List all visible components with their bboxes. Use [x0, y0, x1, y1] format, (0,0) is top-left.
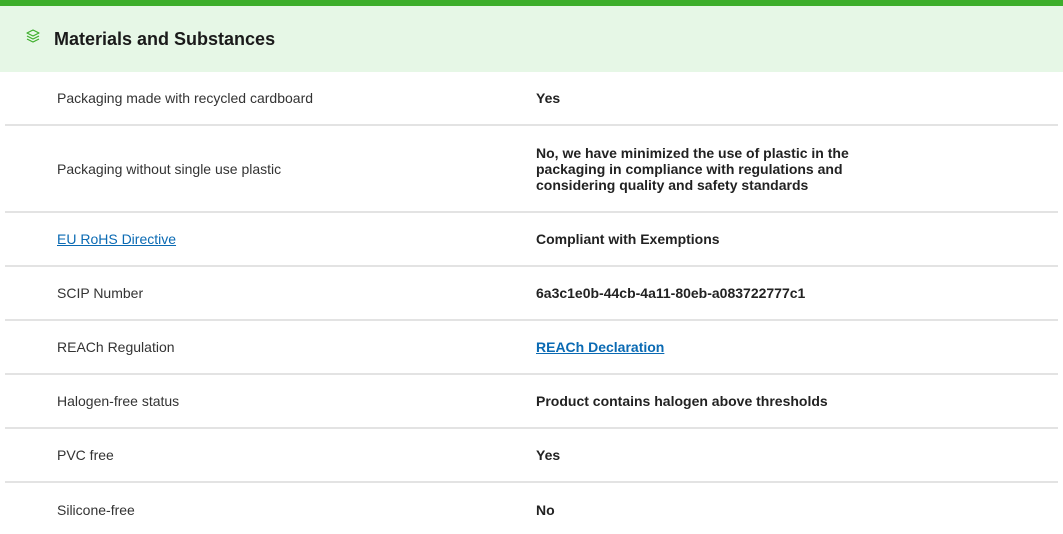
row-value: Yes: [536, 447, 561, 463]
row-value: 6a3c1e0b-44cb-4a11-80eb-a083722777c1: [536, 285, 806, 301]
table-row: Halogen-free status Product contains hal…: [5, 375, 1058, 429]
row-label: Packaging without single use plastic: [57, 160, 282, 177]
section-title: Materials and Substances: [54, 28, 276, 49]
row-label: Packaging made with recycled cardboard: [57, 90, 314, 106]
row-value: No, we have minimized the use of plastic…: [536, 144, 849, 193]
table-row: Silicone-free No: [5, 483, 1058, 534]
layers-icon: [24, 27, 42, 45]
table-row: PVC free Yes: [5, 429, 1058, 483]
spec-table: Packaging made with recycled cardboard Y…: [5, 72, 1058, 534]
row-label: Silicone-free: [57, 502, 135, 518]
table-row: Packaging made with recycled cardboard Y…: [5, 72, 1058, 126]
table-row: EU RoHS Directive Compliant with Exempti…: [5, 213, 1058, 267]
row-label: PVC free: [57, 447, 114, 463]
table-row: Packaging without single use plastic No,…: [5, 126, 1058, 213]
reach-declaration-link[interactable]: REACh Declaration: [536, 339, 664, 355]
table-row: REACh Regulation REACh Declaration: [5, 321, 1058, 375]
row-value: Compliant with Exemptions: [536, 231, 720, 247]
table-row: SCIP Number 6a3c1e0b-44cb-4a11-80eb-a083…: [5, 267, 1058, 321]
materials-panel: Materials and Substances Packaging made …: [0, 0, 1063, 534]
row-value: No: [536, 502, 555, 518]
row-value: Yes: [536, 90, 561, 106]
row-label: SCIP Number: [57, 285, 144, 301]
row-value: Product contains halogen above threshold…: [536, 393, 828, 409]
section-header[interactable]: Materials and Substances: [0, 6, 1063, 72]
eu-rohs-directive-link[interactable]: EU RoHS Directive: [57, 231, 176, 247]
row-label: Halogen-free status: [57, 393, 180, 409]
row-label: REACh Regulation: [57, 339, 175, 355]
